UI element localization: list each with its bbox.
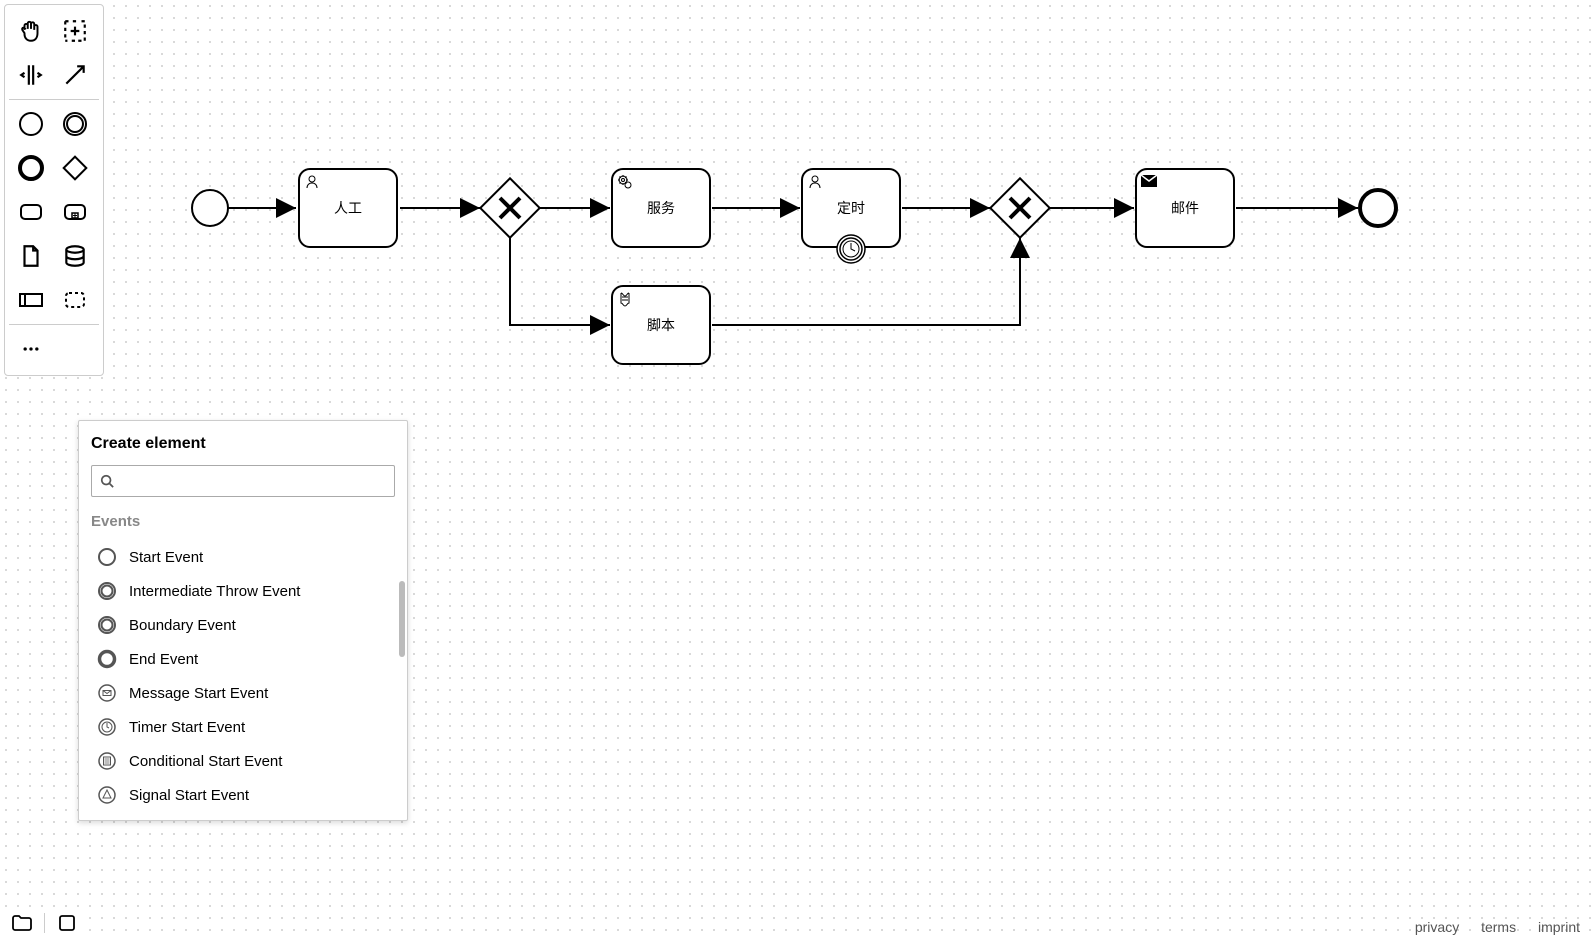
popup-item-label: Start Event bbox=[129, 549, 203, 566]
intermediate-event-icon bbox=[97, 581, 117, 601]
gateway-2[interactable] bbox=[990, 178, 1049, 237]
new-diagram-icon[interactable] bbox=[49, 909, 85, 937]
popup-search[interactable] bbox=[91, 465, 395, 497]
imprint-link[interactable]: imprint bbox=[1538, 919, 1580, 935]
popup-item-timer-start-event[interactable]: Timer Start Event bbox=[91, 710, 395, 744]
signal-event-icon bbox=[97, 785, 117, 805]
search-icon bbox=[100, 474, 114, 488]
popup-item-message-start-event[interactable]: Message Start Event bbox=[91, 676, 395, 710]
end-event-icon bbox=[97, 649, 117, 669]
popup-item-intermediate-throw-event[interactable]: Intermediate Throw Event bbox=[91, 574, 395, 608]
popup-title: Create element bbox=[91, 435, 395, 453]
end-event[interactable] bbox=[1360, 190, 1396, 226]
popup-item-label: Timer Start Event bbox=[129, 719, 245, 736]
task-label: 人工 bbox=[334, 198, 362, 218]
gateway-1[interactable] bbox=[480, 178, 539, 237]
popup-item-boundary-event[interactable]: Boundary Event bbox=[91, 608, 395, 642]
user-icon bbox=[304, 174, 320, 193]
gear-icon bbox=[617, 174, 633, 193]
popup-item-label: Conditional Start Event bbox=[129, 753, 282, 770]
divider bbox=[44, 913, 45, 933]
task-label: 脚本 bbox=[647, 315, 675, 335]
mail-icon bbox=[1141, 174, 1157, 190]
popup-item-conditional-start-event[interactable]: Conditional Start Event bbox=[91, 744, 395, 778]
popup-item-signal-start-event[interactable]: Signal Start Event bbox=[91, 778, 395, 812]
start-event[interactable] bbox=[192, 190, 228, 226]
timer-boundary-event[interactable] bbox=[836, 234, 866, 264]
script-icon bbox=[617, 291, 633, 310]
message-event-icon bbox=[97, 683, 117, 703]
task-service[interactable]: 服务 bbox=[611, 168, 711, 248]
task-label: 服务 bbox=[647, 198, 675, 218]
popup-search-input[interactable] bbox=[122, 473, 386, 489]
popup-item-label: Intermediate Throw Event bbox=[129, 583, 300, 600]
flow[interactable] bbox=[712, 238, 1020, 325]
popup-item-label: Boundary Event bbox=[129, 617, 236, 634]
create-element-popup: Create element Events Start Event Interm… bbox=[78, 420, 408, 821]
bottom-toolbar bbox=[4, 909, 85, 937]
popup-item-label: End Event bbox=[129, 651, 198, 668]
conditional-event-icon bbox=[97, 751, 117, 771]
popup-group-header: Events bbox=[91, 513, 395, 530]
task-manual[interactable]: 人工 bbox=[298, 168, 398, 248]
popup-item-label: Message Start Event bbox=[129, 685, 268, 702]
scrollbar-thumb[interactable] bbox=[399, 581, 405, 657]
footer-links: privacy terms imprint bbox=[1397, 919, 1580, 935]
task-label: 定时 bbox=[837, 198, 865, 218]
popup-item-end-event[interactable]: End Event bbox=[91, 642, 395, 676]
task-mail[interactable]: 邮件 bbox=[1135, 168, 1235, 248]
popup-item-start-event[interactable]: Start Event bbox=[91, 540, 395, 574]
start-event-icon bbox=[97, 547, 117, 567]
boundary-event-icon bbox=[97, 615, 117, 635]
user-icon bbox=[807, 174, 823, 193]
task-label: 邮件 bbox=[1171, 198, 1199, 218]
task-script[interactable]: 脚本 bbox=[611, 285, 711, 365]
open-file-icon[interactable] bbox=[4, 909, 40, 937]
flow[interactable] bbox=[510, 238, 610, 325]
popup-item-label: Signal Start Event bbox=[129, 787, 249, 804]
timer-event-icon bbox=[97, 717, 117, 737]
terms-link[interactable]: terms bbox=[1481, 919, 1516, 935]
privacy-link[interactable]: privacy bbox=[1415, 919, 1459, 935]
